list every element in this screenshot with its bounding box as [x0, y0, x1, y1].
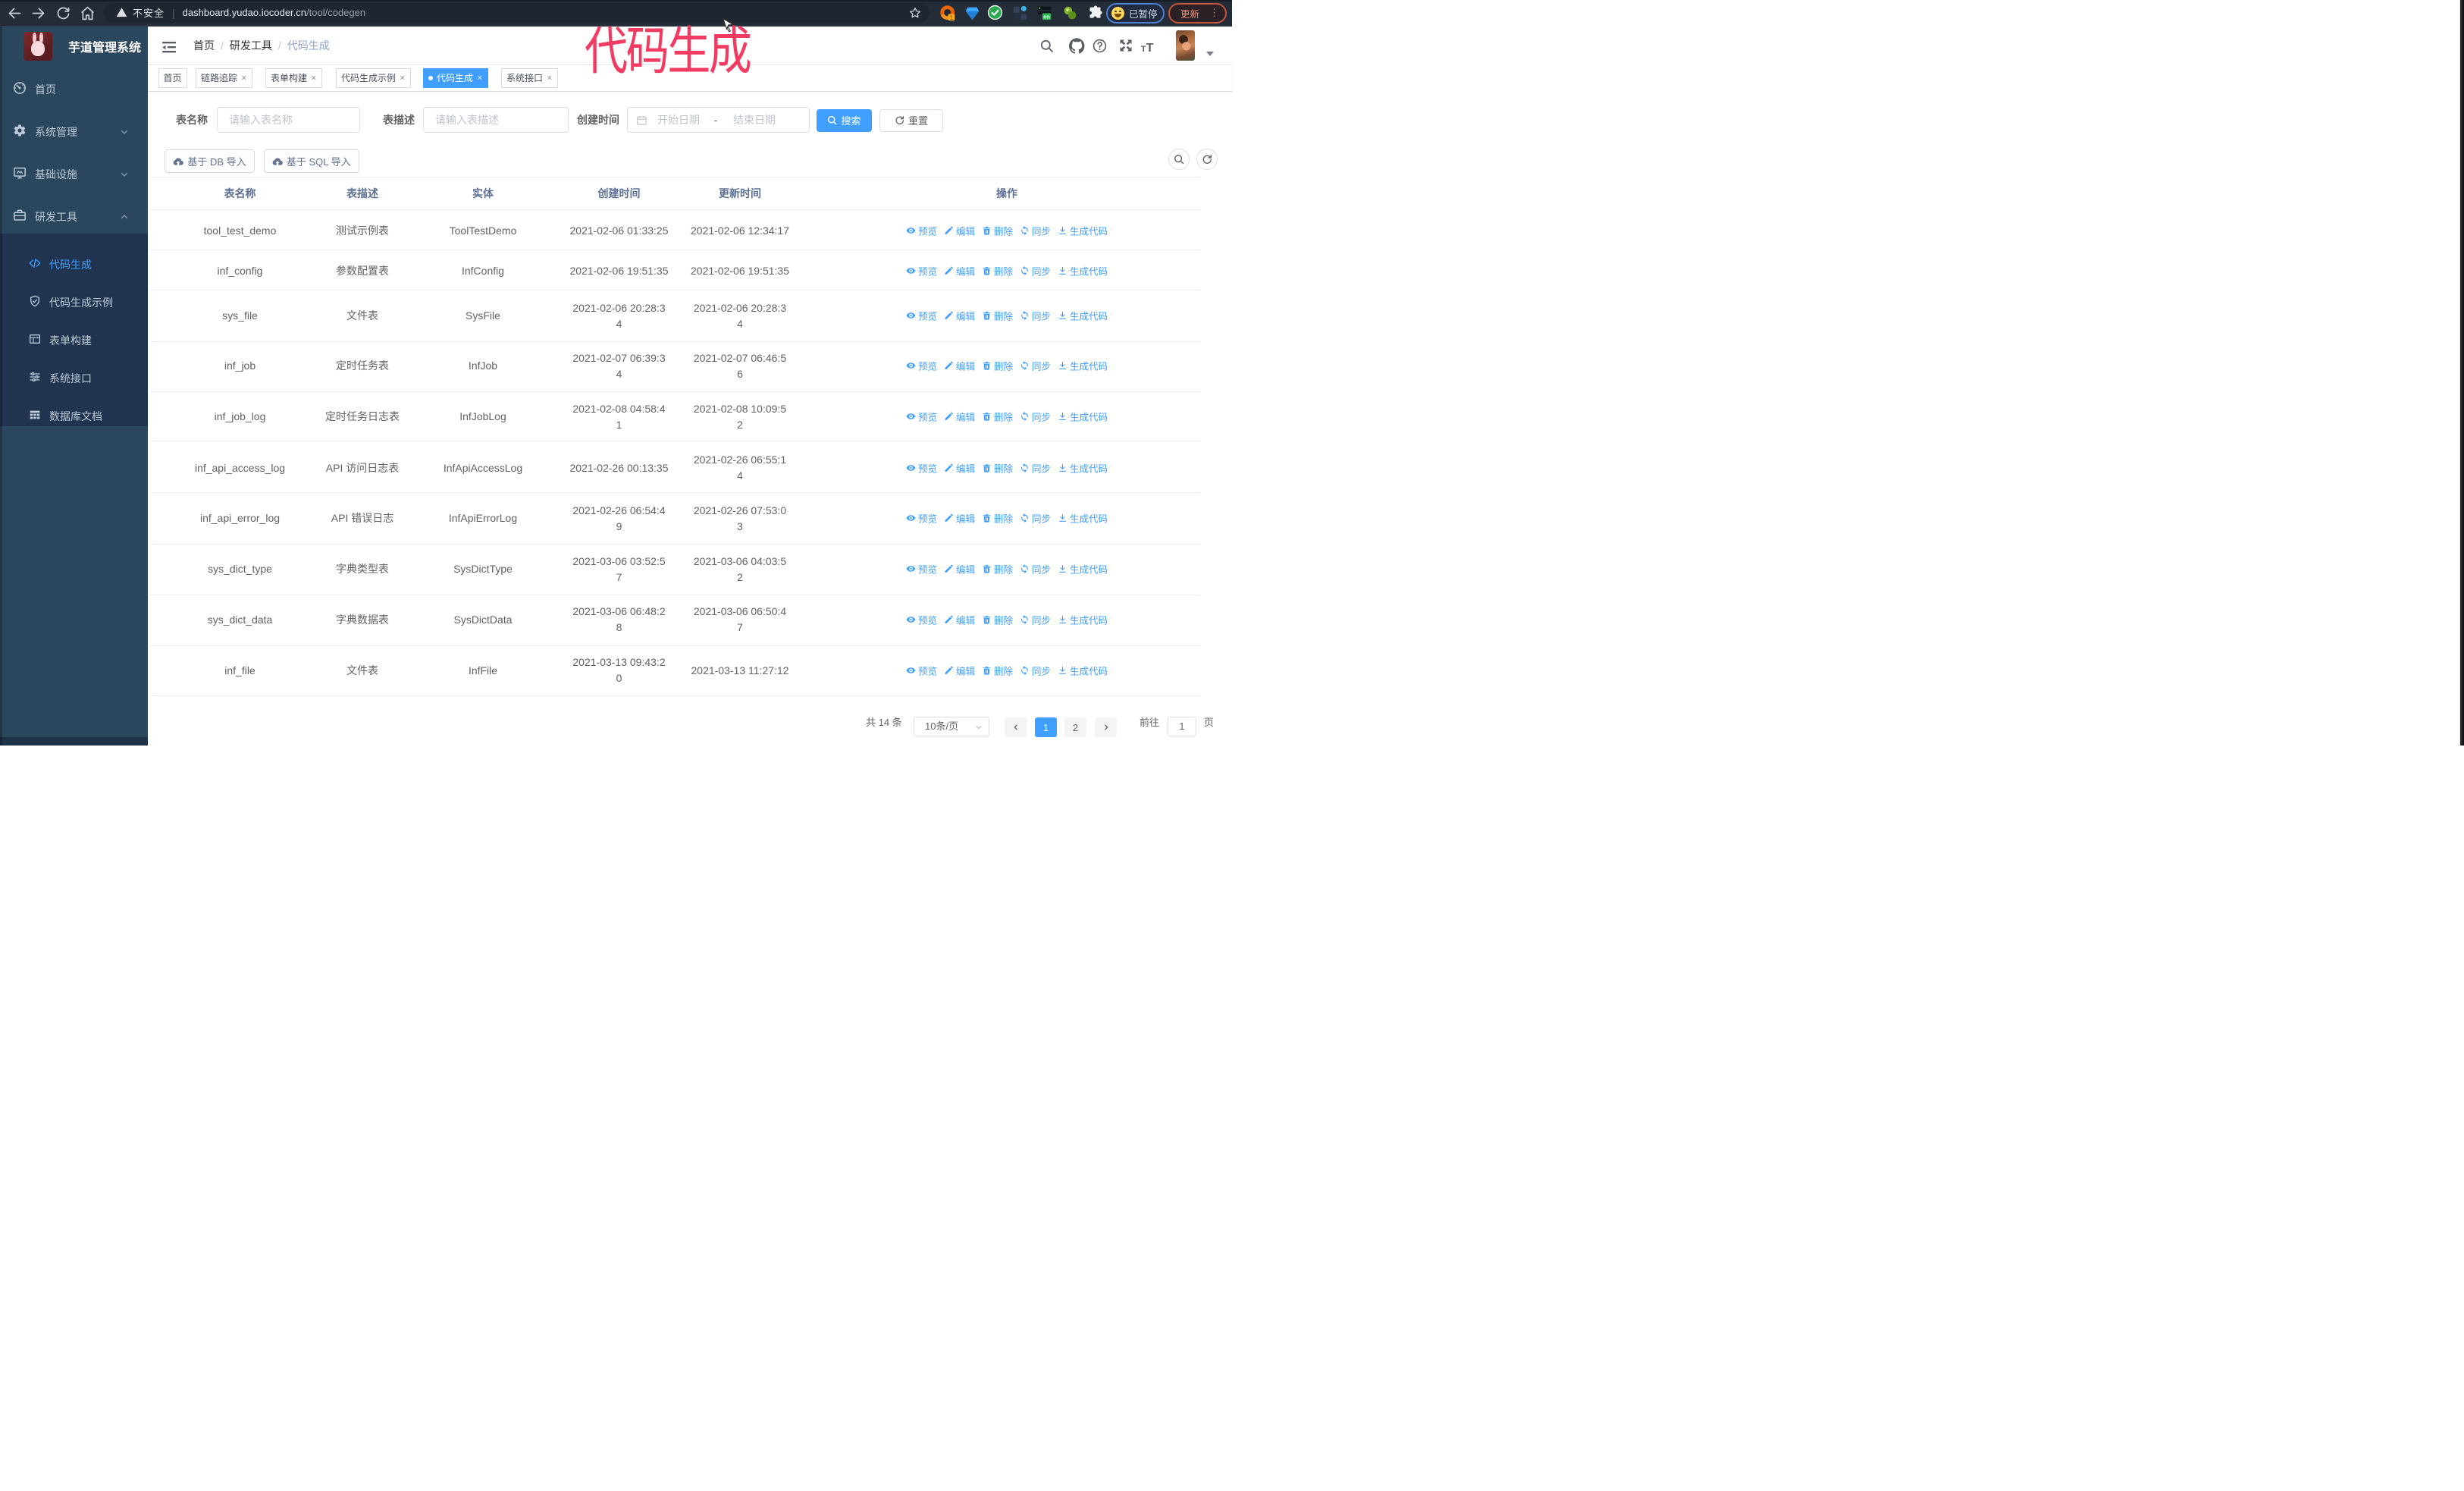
svg-text:on: on: [1043, 14, 1050, 20]
svg-text:T: T: [1146, 41, 1154, 54]
svg-text:1: 1: [950, 14, 953, 21]
